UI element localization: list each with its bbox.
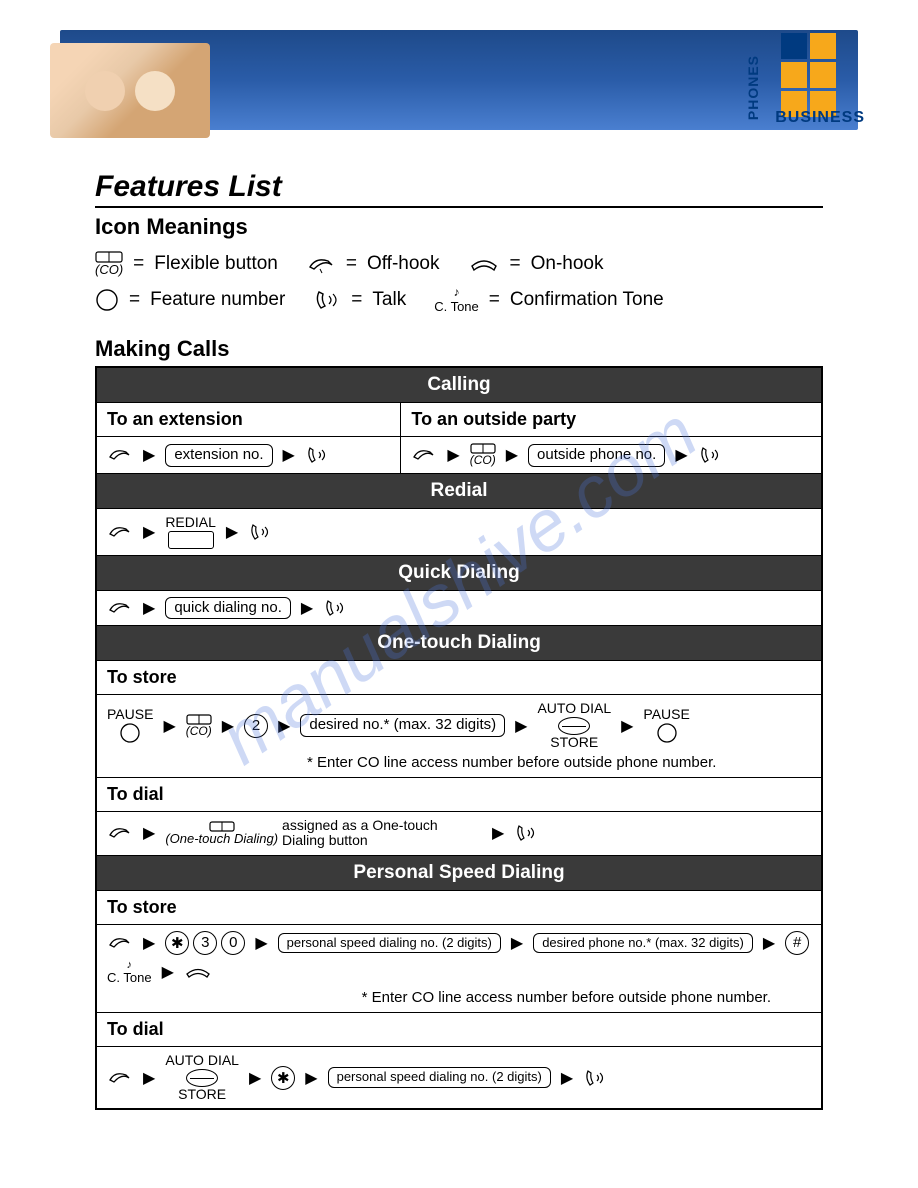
- logo-horiz-text: BUSINESS: [775, 109, 865, 126]
- pause-button-icon: PAUSE: [643, 707, 689, 744]
- ctone-icon: ♪ C. Tone: [107, 959, 152, 985]
- redial-button-icon: REDIAL: [165, 515, 216, 548]
- to-dial-label-2: To dial: [96, 1013, 822, 1047]
- star-key-icon: ✱: [165, 931, 189, 955]
- quick-dialing-box: quick dialing no.: [165, 597, 291, 620]
- outside-phone-box: outside phone no.: [528, 444, 665, 467]
- talk-icon: [305, 445, 329, 465]
- to-store-label: To store: [96, 661, 822, 695]
- calling-header: Calling: [96, 367, 822, 403]
- talk-icon: [583, 1068, 607, 1088]
- talk-icon: [514, 823, 538, 843]
- offhook-icon: [306, 253, 336, 275]
- one-touch-button-icon: (One-touch Dialing): [165, 821, 278, 846]
- people-photo: [50, 43, 210, 138]
- star-key-icon: ✱: [271, 1066, 295, 1090]
- digit-2-icon: 2: [244, 714, 268, 738]
- onhook-label: On-hook: [531, 246, 604, 282]
- offhook-icon: [107, 933, 133, 953]
- page-title: Features List: [95, 170, 823, 208]
- assigned-text: assigned as a One-touch Dialing button: [282, 818, 482, 849]
- logo: PHONES BUSINESS: [753, 25, 863, 125]
- autodial-store-button-icon: AUTO DIAL STORE: [537, 701, 611, 750]
- co-note: * Enter CO line access number before out…: [307, 754, 811, 771]
- offhook-icon: [107, 1068, 133, 1088]
- offhook-icon: [107, 823, 133, 843]
- autodial-store-button-icon: AUTO DIAL STORE: [165, 1053, 239, 1102]
- talk-label: Talk: [372, 282, 406, 318]
- redial-header: Redial: [96, 474, 822, 509]
- icon-meanings-block: (CO) = Flexible button = Off-hook = On-h…: [95, 246, 823, 318]
- offhook-icon: [107, 598, 133, 618]
- offhook-icon: [411, 445, 437, 465]
- quick-dialing-header: Quick Dialing: [96, 555, 822, 590]
- co-button-icon: (CO): [470, 443, 496, 467]
- to-dial-label: To dial: [96, 778, 822, 812]
- offhook-icon: [107, 445, 133, 465]
- feature-number-label: Feature number: [150, 282, 285, 318]
- ctone-icon: ♪ C. Tone: [434, 286, 479, 313]
- talk-icon: [698, 445, 722, 465]
- co-note-2: * Enter CO line access number before out…: [107, 989, 811, 1006]
- to-store-label-2: To store: [96, 890, 822, 924]
- ctone-label: Confirmation Tone: [510, 282, 664, 318]
- digit-3-icon: 3: [193, 931, 217, 955]
- psd-header: Personal Speed Dialing: [96, 855, 822, 890]
- talk-icon: [248, 522, 272, 542]
- flexible-button-label: Flexible button: [154, 246, 278, 282]
- making-calls-header: Making Calls: [95, 336, 823, 362]
- desired-phone-box: desired phone no.* (max. 32 digits): [533, 933, 753, 953]
- onhook-icon: [468, 254, 500, 274]
- co-button-icon: (CO): [186, 714, 212, 738]
- talk-icon: [313, 288, 341, 312]
- logo-vert-text: PHONES: [745, 55, 761, 120]
- pause-button-icon: PAUSE: [107, 707, 153, 744]
- one-touch-header: One-touch Dialing: [96, 626, 822, 661]
- onhook-icon: [184, 963, 212, 981]
- offhook-label: Off-hook: [367, 246, 440, 282]
- psd-no-box: personal speed dialing no. (2 digits): [278, 933, 501, 953]
- psd-no-box-2: personal speed dialing no. (2 digits): [328, 1067, 551, 1087]
- header-banner: PHONES BUSINESS: [60, 30, 858, 130]
- talk-icon: [323, 598, 347, 618]
- icon-meanings-header: Icon Meanings: [95, 214, 823, 240]
- to-outside-label: To an outside party: [401, 403, 822, 437]
- features-table: Calling To an extension To an outside pa…: [95, 366, 823, 1110]
- feature-number-icon: [95, 288, 119, 312]
- desired-no-box: desired no.* (max. 32 digits): [300, 714, 505, 737]
- offhook-icon: [107, 522, 133, 542]
- to-extension-label: To an extension: [96, 403, 401, 437]
- extension-no-box: extension no.: [165, 444, 272, 467]
- hash-key-icon: #: [785, 931, 809, 955]
- digit-0-icon: 0: [221, 931, 245, 955]
- co-button-icon: (CO): [95, 251, 123, 277]
